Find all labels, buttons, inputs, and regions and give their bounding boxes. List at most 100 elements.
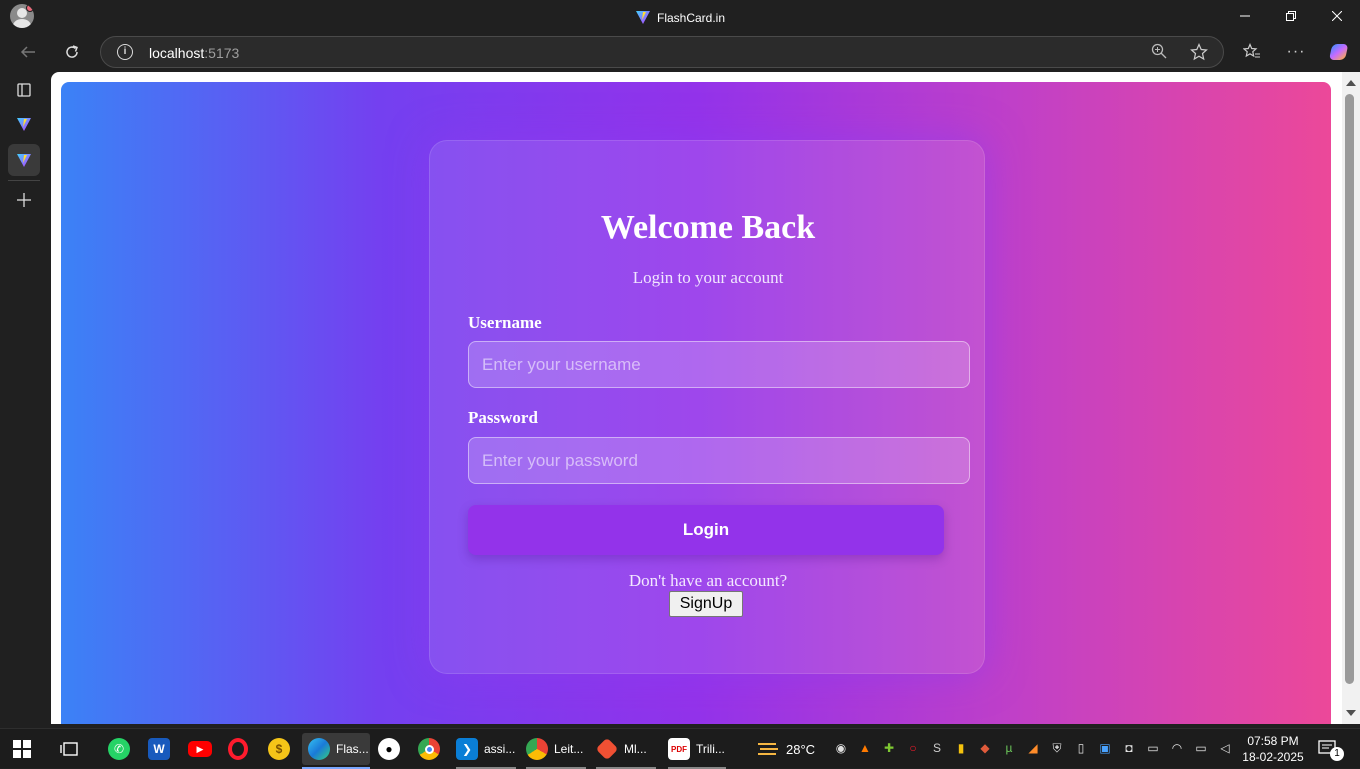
opera-icon bbox=[228, 738, 248, 760]
tab-separator bbox=[8, 180, 40, 181]
security-shield-icon[interactable]: ⛨ bbox=[1048, 739, 1066, 757]
taskbar-chrome[interactable] bbox=[418, 733, 440, 765]
coins-icon: $ bbox=[268, 738, 290, 760]
word-icon: W bbox=[148, 738, 170, 760]
page-subtitle: Login to your account bbox=[632, 268, 784, 287]
taskbar-opera[interactable] bbox=[228, 733, 248, 765]
notification-badge: 1 bbox=[1330, 747, 1344, 761]
system-clock[interactable]: 07:58 PM 18-02-2025 bbox=[1240, 733, 1306, 765]
scrollbar-thumb[interactable] bbox=[1345, 94, 1354, 684]
address-bar[interactable]: i localhost:5173 bbox=[100, 36, 1224, 68]
edge-icon bbox=[308, 738, 330, 760]
app-tray-icon[interactable]: ◆ bbox=[976, 739, 994, 757]
pdf-icon: PDF bbox=[668, 738, 690, 760]
vlc-icon[interactable]: ◢ bbox=[1024, 739, 1042, 757]
password-input[interactable] bbox=[468, 437, 970, 484]
taskbar-chrome-profile[interactable]: Leit... bbox=[526, 733, 586, 769]
discord-icon[interactable]: ◉ bbox=[832, 739, 850, 757]
vscode-icon: ❯ bbox=[456, 738, 478, 760]
plus-icon bbox=[17, 193, 31, 207]
page-title: Welcome Back bbox=[600, 209, 816, 246]
taskbar-coins[interactable]: $ bbox=[268, 733, 290, 765]
tab-vite-1[interactable] bbox=[8, 108, 40, 140]
refresh-button[interactable] bbox=[56, 36, 88, 68]
camera-icon[interactable]: ◘ bbox=[1120, 739, 1138, 757]
taskbar-git[interactable]: Ml... bbox=[595, 733, 656, 769]
git-icon bbox=[595, 737, 619, 761]
window-title: FlashCard.in bbox=[0, 9, 1360, 25]
close-window-button[interactable] bbox=[1314, 0, 1360, 32]
taskbar-vscode[interactable]: ❯ assi... bbox=[456, 733, 516, 769]
no-account-text: Don't have an account? bbox=[628, 571, 788, 590]
task-view-icon bbox=[60, 742, 78, 756]
login-card: Welcome Back Login to your account Usern… bbox=[429, 140, 985, 674]
arrow-left-icon bbox=[20, 46, 35, 58]
minimize-button[interactable] bbox=[1222, 0, 1268, 32]
volume-icon[interactable]: ◁ bbox=[1216, 739, 1234, 757]
taskbar-edge[interactable]: Flas... bbox=[302, 733, 370, 769]
taskbar-youtube[interactable]: ▶ bbox=[188, 733, 212, 765]
notification-center[interactable]: 1 bbox=[1318, 733, 1344, 765]
scroll-down-icon[interactable] bbox=[1346, 710, 1356, 716]
avast-icon[interactable]: ▲ bbox=[856, 739, 874, 757]
haze-weather-icon bbox=[758, 743, 778, 755]
network-app-icon[interactable]: ▣ bbox=[1096, 739, 1114, 757]
taskbar-word[interactable]: W bbox=[148, 733, 170, 765]
favorite-star-icon[interactable] bbox=[1189, 43, 1209, 63]
restore-icon bbox=[1286, 11, 1296, 21]
more-options-icon[interactable]: ··· bbox=[1280, 36, 1312, 68]
chrome-icon bbox=[418, 738, 440, 760]
minimize-icon bbox=[1240, 15, 1250, 17]
chart-tray-icon[interactable]: ▮ bbox=[952, 739, 970, 757]
battery-icon[interactable]: ▭ bbox=[1192, 739, 1210, 757]
vite-logo-icon bbox=[17, 118, 31, 131]
username-label: Username bbox=[468, 313, 542, 332]
favorites-list-icon bbox=[1243, 43, 1260, 58]
gradient-background: Welcome Back Login to your account Usern… bbox=[61, 82, 1331, 724]
username-input[interactable] bbox=[468, 341, 970, 388]
windows-taskbar: ✆ W ▶ $ Flas... ● ❯ assi... Leit... Ml..… bbox=[0, 728, 1360, 769]
display-icon[interactable]: ▭ bbox=[1144, 739, 1162, 757]
tab-vite-active[interactable] bbox=[8, 144, 40, 176]
new-tab-button[interactable] bbox=[8, 184, 40, 216]
login-button[interactable]: Login bbox=[468, 505, 944, 555]
url-text[interactable]: localhost:5173 bbox=[149, 45, 239, 61]
browser-toolbar: i localhost:5173 ··· bbox=[0, 32, 1360, 72]
zoom-icon[interactable] bbox=[1149, 43, 1169, 63]
youtube-icon: ▶ bbox=[188, 741, 212, 757]
chrome-profile-icon bbox=[526, 738, 548, 760]
opera-tray-icon[interactable]: ○ bbox=[904, 739, 922, 757]
refresh-icon bbox=[66, 45, 78, 58]
vertical-tab-strip bbox=[0, 72, 48, 728]
back-button[interactable] bbox=[12, 36, 44, 68]
vite-logo-icon bbox=[17, 154, 31, 167]
tab-actions-icon bbox=[17, 83, 31, 97]
task-view-button[interactable] bbox=[60, 733, 80, 765]
tab-actions-button[interactable] bbox=[8, 74, 40, 106]
restore-button[interactable] bbox=[1268, 0, 1314, 32]
page-viewport: Welcome Back Login to your account Usern… bbox=[51, 72, 1342, 724]
windows-icon bbox=[13, 740, 31, 758]
taskbar-github[interactable]: ● bbox=[378, 733, 400, 765]
taskbar-whatsapp[interactable]: ✆ bbox=[108, 733, 130, 765]
github-icon: ● bbox=[378, 738, 400, 760]
start-button[interactable] bbox=[12, 733, 32, 765]
green-plus-icon[interactable]: ✚ bbox=[880, 739, 898, 757]
steam-icon[interactable]: S bbox=[928, 739, 946, 757]
password-label: Password bbox=[468, 408, 538, 427]
signup-button[interactable]: SignUp bbox=[669, 591, 743, 617]
utorrent-icon[interactable]: µ bbox=[1000, 739, 1018, 757]
window-titlebar: FlashCard.in bbox=[0, 0, 1360, 32]
favorites-button[interactable] bbox=[1236, 36, 1268, 68]
page-scrollbar[interactable] bbox=[1342, 72, 1360, 724]
usb-icon[interactable]: ▯ bbox=[1072, 739, 1090, 757]
whatsapp-icon: ✆ bbox=[108, 738, 130, 760]
weather-widget[interactable]: 28°C bbox=[756, 733, 815, 765]
wifi-icon[interactable]: ◠ bbox=[1168, 739, 1186, 757]
copilot-icon[interactable] bbox=[1322, 36, 1354, 68]
scroll-up-icon[interactable] bbox=[1346, 80, 1356, 86]
vite-logo-icon bbox=[635, 11, 650, 24]
taskbar-pdf[interactable]: PDF Trili... bbox=[668, 733, 726, 769]
close-icon bbox=[1332, 11, 1342, 21]
site-info-icon[interactable]: i bbox=[117, 44, 133, 60]
